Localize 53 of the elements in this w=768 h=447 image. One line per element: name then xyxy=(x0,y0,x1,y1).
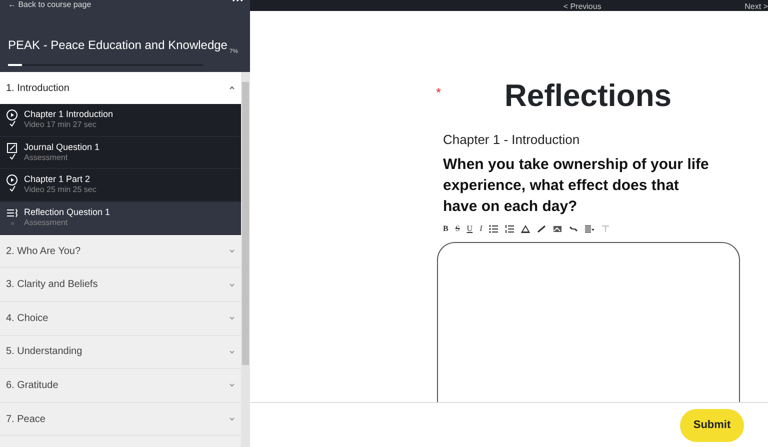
lesson-title: Journal Question 1 xyxy=(24,142,100,153)
journal-lesson-icon xyxy=(6,142,18,154)
chevron-down-icon xyxy=(229,417,235,422)
section-header[interactable]: 5. Understanding xyxy=(0,336,241,370)
pen-icon[interactable] xyxy=(537,224,546,232)
section-title: 1. Introduction xyxy=(6,82,70,96)
bullet-list-icon[interactable] xyxy=(489,224,498,232)
chevron-down-icon xyxy=(229,249,235,254)
section-header[interactable]: 1. Introduction xyxy=(0,72,241,104)
format-button[interactable]: I xyxy=(480,224,482,232)
chevron-up-icon xyxy=(229,86,235,90)
submit-button[interactable]: Submit xyxy=(680,408,744,442)
lesson-type: Video 17 min 27 sec xyxy=(24,120,98,130)
chevron-down-icon xyxy=(229,282,235,287)
text-color-icon[interactable] xyxy=(521,224,530,232)
lesson-item[interactable]: Reflection Question 1 Assessment xyxy=(0,202,241,235)
lesson-type: Assessment xyxy=(24,218,69,228)
video-lesson-icon xyxy=(6,109,18,121)
chevron-down-icon xyxy=(229,316,235,320)
chapter-label: Chapter 1 - Introduction xyxy=(443,131,581,149)
section-title: 7. Peace xyxy=(6,412,46,427)
required-mark: * xyxy=(436,84,442,102)
lesson-item[interactable]: Chapter 1 Introduction Video 17 min 27 sec xyxy=(0,104,241,137)
link-icon[interactable] xyxy=(569,224,578,232)
question-text: When you take ownership of your life experience, what effect does that have on each day? xyxy=(443,154,710,216)
reflection-lesson-icon xyxy=(6,207,18,220)
lesson-title: Chapter 1 Introduction xyxy=(24,109,114,120)
lesson-type: Video 25 min 25 sec xyxy=(24,185,96,196)
image-icon[interactable] xyxy=(553,224,562,232)
next-link[interactable]: Next > xyxy=(744,3,768,11)
format-button[interactable]: S xyxy=(455,224,460,232)
lesson-type: Assessment xyxy=(24,152,69,163)
lesson-item[interactable]: Chapter 1 Part 2 Video 25 min 25 sec xyxy=(0,169,241,202)
format-button[interactable]: B xyxy=(443,224,448,232)
section-title: 3. Clarity and Beliefs xyxy=(6,278,98,292)
section-title: 2. Who Are You? xyxy=(6,244,81,259)
previous-link[interactable]: < Previous xyxy=(563,3,602,11)
scrollbar[interactable] xyxy=(241,72,250,447)
numbered-list-icon[interactable] xyxy=(505,224,514,232)
section-header[interactable]: 7. Peace xyxy=(0,402,241,436)
format-button[interactable]: U xyxy=(466,224,473,232)
section-title: 4. Choice xyxy=(6,312,48,326)
lesson-title: Chapter 1 Part 2 xyxy=(24,174,92,186)
back-link[interactable]: ← Back to course page xyxy=(8,0,92,9)
video-lesson-icon xyxy=(6,174,18,186)
section-title: 6. Gratitude xyxy=(6,378,58,393)
chevron-down-icon xyxy=(229,350,235,354)
lesson-item[interactable]: Journal Question 1 Assessment xyxy=(0,136,241,170)
chevron-down-icon xyxy=(229,383,235,388)
section-title: 5. Understanding xyxy=(6,345,82,360)
align-icon[interactable] xyxy=(585,224,594,232)
page-title: Reflections xyxy=(503,78,673,114)
lesson-title: Reflection Question 1 xyxy=(24,207,110,218)
